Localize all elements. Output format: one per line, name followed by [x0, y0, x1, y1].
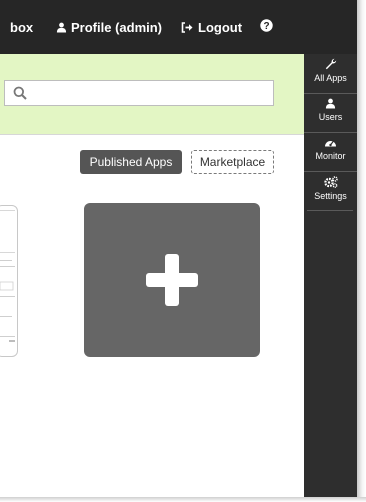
sign-out-icon [181, 22, 193, 33]
window-shadow-bottom [0, 497, 366, 502]
main-content: Published Apps Marketplace [0, 134, 304, 497]
search-icon [13, 86, 27, 100]
sidebar-divider [307, 210, 353, 211]
sidebar-item-label: Settings [314, 191, 347, 201]
logout-link[interactable]: Logout [181, 20, 242, 35]
logout-label: Logout [198, 20, 243, 35]
add-app-tile[interactable] [84, 203, 260, 357]
sidebar-item-users[interactable]: Users [304, 93, 357, 132]
app-thumbnail [0, 210, 15, 342]
sidebar-item-label: Users [318, 112, 343, 122]
sandbox-label: box [10, 20, 34, 35]
sidebar-header [304, 0, 357, 54]
app-card[interactable] [0, 205, 18, 357]
sidebar-item-label: All Apps [314, 73, 347, 83]
profile-link[interactable]: Profile (admin) [56, 20, 162, 35]
svg-text:?: ? [263, 21, 269, 32]
user-icon [56, 22, 67, 33]
user-icon [325, 98, 336, 109]
plus-icon [146, 254, 198, 306]
gauge-icon [325, 140, 336, 147]
marketplace-label: Marketplace [199, 155, 266, 169]
window-shadow-right [357, 0, 366, 502]
sidebar-item-all-apps[interactable]: All Apps [304, 54, 357, 93]
help-icon: ? [260, 19, 273, 32]
marketplace-tab[interactable]: Marketplace [191, 150, 274, 174]
sidebar-item-label: Monitor [315, 151, 346, 161]
sandbox-link[interactable]: box [10, 20, 33, 35]
profile-label: Profile (admin) [71, 20, 163, 35]
sidebar-item-monitor[interactable]: Monitor [304, 132, 357, 171]
published-apps-tab[interactable]: Published Apps [80, 150, 182, 174]
search-input[interactable] [4, 80, 274, 106]
help-button[interactable]: ? [260, 19, 273, 32]
search-banner [0, 54, 304, 134]
top-navbar: box Profile (admin) Logout ? [0, 0, 304, 54]
published-apps-label: Published Apps [89, 155, 173, 169]
wrench-icon [325, 58, 336, 70]
sidebar-item-settings[interactable]: Settings [304, 171, 357, 210]
app-window: box Profile (admin) Logout ? All Apps Us… [0, 0, 357, 497]
right-sidebar: All Apps Users Monitor Settings [304, 0, 357, 497]
gears-icon [323, 176, 338, 188]
